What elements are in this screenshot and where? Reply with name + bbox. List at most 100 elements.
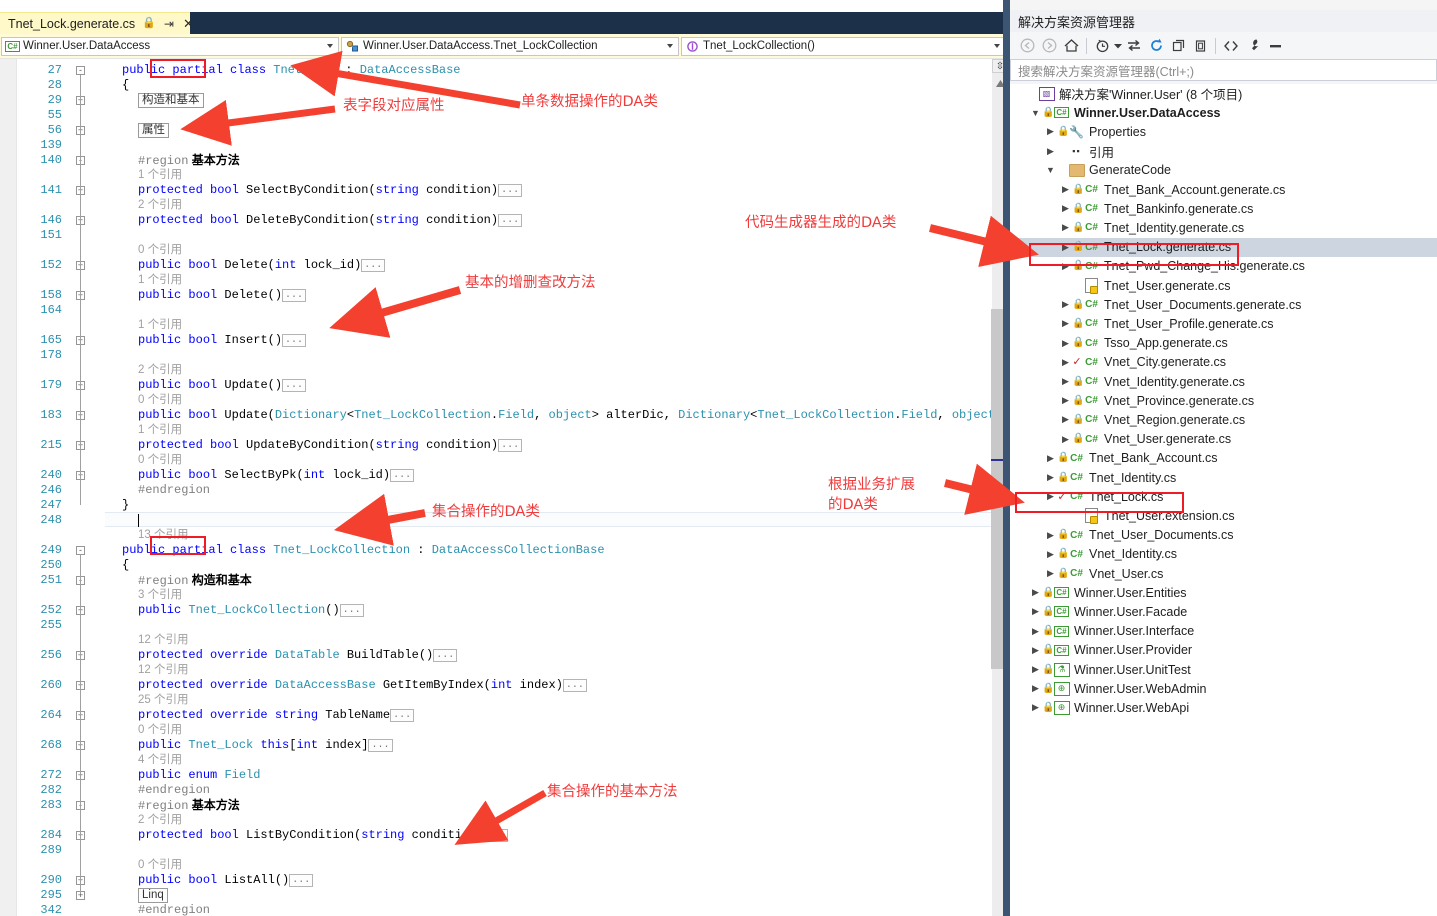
tree-item-label: Vnet_Province.generate.cs: [1104, 393, 1255, 408]
tree-item[interactable]: ▶ 🔒 C# Tnet_Bank_Account.cs: [1010, 449, 1437, 468]
tree-item-label: Vnet_Region.generate.cs: [1104, 412, 1246, 427]
reference-icon: ▪▪: [1072, 146, 1081, 157]
chevron-down-icon: [667, 43, 673, 48]
preview-selected-items-icon[interactable]: [1264, 35, 1286, 57]
note-generator-da: 代码生成器生成的DA类: [745, 215, 897, 231]
chevron-right-icon[interactable]: ▶: [1029, 625, 1042, 638]
navbar-member-dropdown[interactable]: Tnet_LockCollection(): [681, 36, 1006, 56]
tree-item[interactable]: ▶ ▪▪ 引用: [1010, 142, 1437, 161]
code-line: public Tnet_Lock this[int index]...: [138, 738, 393, 753]
tree-item[interactable]: ▶ 🔒 C# Vnet_User.cs: [1010, 564, 1437, 583]
properties-icon[interactable]: [1242, 35, 1264, 57]
chevron-right-icon[interactable]: ▶: [1059, 221, 1072, 234]
tree-item[interactable]: ▼ 🔒 C# Winner.User.DataAccess: [1010, 103, 1437, 122]
csproj-icon: C#: [1054, 606, 1069, 618]
chevron-down-icon[interactable]: ▼: [1044, 164, 1057, 177]
tree-item[interactable]: ▶ 🔒 C# Tnet_User_Documents.generate.cs: [1010, 295, 1437, 314]
chevron-right-icon[interactable]: ▶: [1044, 548, 1057, 561]
tree-item[interactable]: ▶ 🔒 C# Winner.User.Facade: [1010, 602, 1437, 621]
chevron-right-icon[interactable]: ▶: [1059, 413, 1072, 426]
tree-item[interactable]: ▶ 🔒 C# Vnet_Identity.generate.cs: [1010, 372, 1437, 391]
tree-item[interactable]: ▶ 🔒 🔧 Properties: [1010, 122, 1437, 141]
home-icon[interactable]: [1060, 35, 1082, 57]
chevron-right-icon[interactable]: ▶: [1059, 317, 1072, 330]
tree-item[interactable]: ▶ 🔒 C# Winner.User.Provider: [1010, 641, 1437, 660]
chevron-right-icon[interactable]: ▶: [1029, 586, 1042, 599]
forward-icon[interactable]: [1038, 35, 1060, 57]
chevron-right-icon[interactable]: ▶: [1029, 701, 1042, 714]
collapse-all-icon[interactable]: [1167, 35, 1189, 57]
show-all-files-icon[interactable]: [1189, 35, 1211, 57]
tree-item[interactable]: ▶ 🔒 C# Winner.User.Entities: [1010, 583, 1437, 602]
box-tnet-lock-cs: [1015, 492, 1184, 513]
pending-changes-icon[interactable]: [1091, 35, 1113, 57]
tree-item[interactable]: ▶ 🔒 C# Tnet_Bank_Account.generate.cs: [1010, 180, 1437, 199]
tree-item[interactable]: ▶ 🔒 C# Vnet_Identity.cs: [1010, 545, 1437, 564]
cs-icon: C#: [1085, 184, 1098, 195]
tree-item[interactable]: ▶ 🔒 C# Vnet_Province.generate.cs: [1010, 391, 1437, 410]
tree-item[interactable]: ▶ 🔒 C# Vnet_Region.generate.cs: [1010, 410, 1437, 429]
chevron-right-icon[interactable]: ▶: [1059, 356, 1072, 369]
navbar-type-dropdown[interactable]: Winner.User.DataAccess.Tnet_LockCollecti…: [341, 36, 679, 56]
chevron-right-icon[interactable]: ▶: [1059, 298, 1072, 311]
toolbar-separator: [1215, 37, 1216, 54]
solution-explorer-search-input[interactable]: 搜索解决方案资源管理器(Ctrl+;): [1010, 59, 1437, 81]
tree-item[interactable]: ▶ ✓ C# Vnet_City.generate.cs: [1010, 353, 1437, 372]
code-line: 12 个引用: [138, 634, 189, 646]
tree-item[interactable]: ▶ 🔒 C# Tnet_User_Profile.generate.cs: [1010, 314, 1437, 333]
chevron-right-icon[interactable]: ▶: [1059, 202, 1072, 215]
chevron-down-icon[interactable]: [1113, 35, 1123, 57]
fold-guide-line: [80, 75, 81, 505]
tree-item[interactable]: ▶ 🔒 C# Tnet_Bankinfo.generate.cs: [1010, 199, 1437, 218]
line-number: 141: [40, 183, 62, 197]
back-icon[interactable]: [1016, 35, 1038, 57]
chevron-right-icon[interactable]: ▶: [1059, 183, 1072, 196]
pin-icon[interactable]: ⇥: [164, 17, 174, 31]
code-line: #endregion: [138, 903, 211, 916]
chevron-right-icon[interactable]: ▶: [1044, 125, 1057, 138]
chevron-right-icon[interactable]: ▶: [1029, 644, 1042, 657]
chevron-down-icon[interactable]: ▼: [1029, 106, 1042, 119]
chevron-right-icon[interactable]: ▶: [1029, 663, 1042, 676]
tree-item[interactable]: ▶ 🔒 ⊕ Winner.User.WebApi: [1010, 698, 1437, 717]
chevron-right-icon[interactable]: ▶: [1059, 337, 1072, 350]
tree-item[interactable]: Tnet_User.generate.cs: [1010, 276, 1437, 295]
chevron-right-icon[interactable]: ▶: [1059, 375, 1072, 388]
fold-toggle[interactable]: -: [76, 66, 85, 75]
view-code-icon[interactable]: [1220, 35, 1242, 57]
chevron-right-icon[interactable]: ▶: [1044, 452, 1057, 465]
solution-explorer-title-bar: 解决方案资源管理器: [1010, 10, 1437, 32]
chevron-down-icon: [994, 43, 1000, 48]
cs-icon: C#: [1085, 414, 1098, 426]
chevron-right-icon[interactable]: ▶: [1044, 145, 1057, 158]
chevron-right-icon[interactable]: ▶: [1029, 605, 1042, 618]
refresh-icon[interactable]: [1145, 35, 1167, 57]
tree-item[interactable]: ▶ 🔒 C# Tnet_Identity.cs: [1010, 468, 1437, 487]
chevron-right-icon[interactable]: ▶: [1044, 471, 1057, 484]
line-number: 249: [40, 543, 62, 557]
chevron-right-icon[interactable]: ▶: [1044, 567, 1057, 580]
tree-item[interactable]: ▶ 🔒 C# Tnet_Identity.generate.cs: [1010, 218, 1437, 237]
line-number: 284: [40, 828, 62, 842]
tree-item[interactable]: ▼ GenerateCode: [1010, 161, 1437, 180]
chevron-right-icon[interactable]: ▶: [1059, 433, 1072, 446]
editor-tab-tnet-lock-generate[interactable]: Tnet_Lock.generate.cs 🔒 ⇥ ✕: [0, 12, 194, 34]
line-number: 256: [40, 648, 62, 662]
chevron-right-icon[interactable]: ▶: [1044, 529, 1057, 542]
tree-item[interactable]: ▶ 🔒 ⊕ Winner.User.WebAdmin: [1010, 679, 1437, 698]
close-icon[interactable]: ✕: [183, 17, 194, 30]
sync-with-active-document-icon[interactable]: [1123, 35, 1145, 57]
tree-item[interactable]: ▶ 🔒 ⚗ Winner.User.UnitTest: [1010, 660, 1437, 679]
line-number: 27: [47, 63, 62, 77]
chevron-right-icon[interactable]: ▶: [1059, 394, 1072, 407]
line-number: 56: [47, 123, 62, 137]
tree-item[interactable]: ▶ 🔒 C# Winner.User.Interface: [1010, 622, 1437, 641]
tree-item[interactable]: ▶ 🔒 C# Tnet_User_Documents.cs: [1010, 526, 1437, 545]
tree-item-label: Vnet_User.generate.cs: [1104, 432, 1232, 447]
tree-item[interactable]: ▶ 🔒 C# Tsso_App.generate.cs: [1010, 334, 1437, 353]
tree-item[interactable]: ▶ 🔒 C# Vnet_User.generate.cs: [1010, 430, 1437, 449]
navbar-project-dropdown[interactable]: C# Winner.User.DataAccess: [1, 36, 339, 56]
tree-item[interactable]: ▧ 解决方案'Winner.User' (8 个项目): [1010, 84, 1437, 103]
chevron-right-icon[interactable]: ▶: [1029, 682, 1042, 695]
